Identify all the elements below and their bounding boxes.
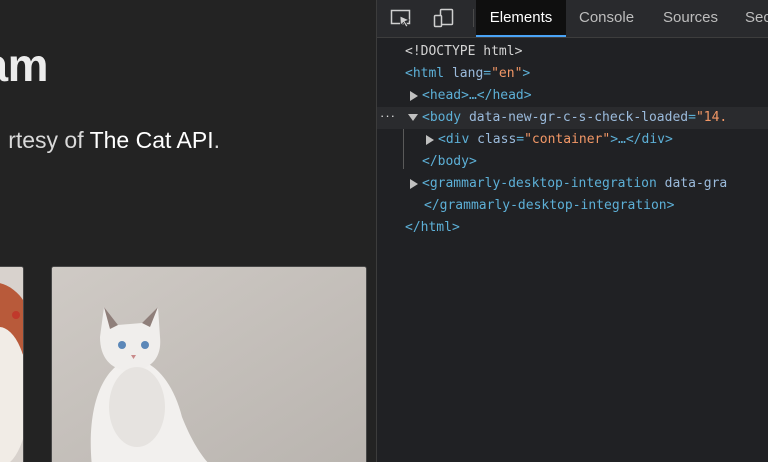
dom-node-div-container[interactable]: <div class="container">…</div> — [426, 129, 673, 151]
html-lang-value: "en" — [491, 66, 523, 81]
tag-close: > — [522, 66, 531, 81]
expand-arrow-icon[interactable] — [410, 90, 418, 101]
inspect-element-icon[interactable] — [390, 8, 412, 28]
page-title: am — [0, 39, 49, 91]
grammarly-open-tag: <grammarly-desktop-integration — [422, 176, 657, 191]
dom-node-body[interactable]: <body data-new-gr-c-s-check-loaded="14. — [408, 107, 727, 129]
equals-sign: = — [516, 132, 525, 147]
dom-node-body-close[interactable]: </body> — [422, 151, 477, 173]
equals-sign: = — [483, 66, 492, 81]
dom-node-doctype[interactable]: <!DOCTYPE html> — [405, 41, 522, 63]
dom-node-html[interactable]: <html lang="en"> — [405, 63, 530, 85]
cat-image-card — [0, 266, 24, 462]
dom-node-html-close[interactable]: </html> — [405, 217, 460, 239]
div-open-tag: <div — [438, 132, 470, 147]
tab-security[interactable]: Sec — [745, 0, 768, 37]
cat-photo — [52, 267, 366, 462]
device-toolbar-icon[interactable] — [433, 8, 455, 28]
cat-image-card — [51, 266, 367, 462]
subtitle-prefix: rtesy of — [8, 127, 90, 153]
dom-node-head[interactable]: <head>…</head> — [410, 85, 532, 107]
html-lang-attr: lang — [451, 66, 484, 81]
expand-arrow-icon[interactable] — [410, 178, 418, 189]
div-class-value: "container" — [524, 132, 611, 147]
cat-api-link[interactable]: The Cat API — [90, 127, 214, 153]
tab-elements[interactable]: Elements — [476, 0, 566, 37]
body-attr-value: "14. — [695, 110, 728, 125]
web-page: am rtesy of The Cat API. — [0, 0, 376, 462]
body-attr: data-new-gr-c-s-check-loaded — [468, 110, 689, 125]
cat-photo — [0, 267, 23, 462]
toolbar-divider — [473, 9, 474, 27]
tree-guide-line — [403, 129, 404, 169]
tab-sources[interactable]: Sources — [663, 0, 718, 37]
div-close-tag: >…</div> — [610, 132, 673, 147]
subtitle-suffix: . — [213, 127, 220, 153]
grammarly-attr: data-gra — [664, 176, 728, 191]
dom-node-grammarly[interactable]: <grammarly-desktop-integration data-gra — [410, 173, 727, 195]
div-class-attr: class — [477, 132, 517, 147]
collapse-arrow-icon[interactable] — [408, 114, 418, 121]
dom-node-grammarly-close[interactable]: </grammarly-desktop-integration> — [424, 195, 674, 217]
more-options-dots[interactable]: ··· — [380, 107, 396, 129]
tab-console[interactable]: Console — [579, 0, 634, 37]
expand-arrow-icon[interactable] — [426, 134, 434, 145]
body-open-tag: <body — [422, 110, 462, 125]
page-subtitle: rtesy of The Cat API. — [0, 127, 220, 154]
head-tag: <head>…</head> — [422, 88, 532, 103]
devtools-toolbar: Elements Console Sources Sec — [377, 0, 768, 38]
devtools-panel: Elements Console Sources Sec ··· <!DOCTY… — [376, 0, 768, 462]
html-open-tag: <html — [405, 66, 445, 81]
equals-sign: = — [688, 110, 696, 125]
